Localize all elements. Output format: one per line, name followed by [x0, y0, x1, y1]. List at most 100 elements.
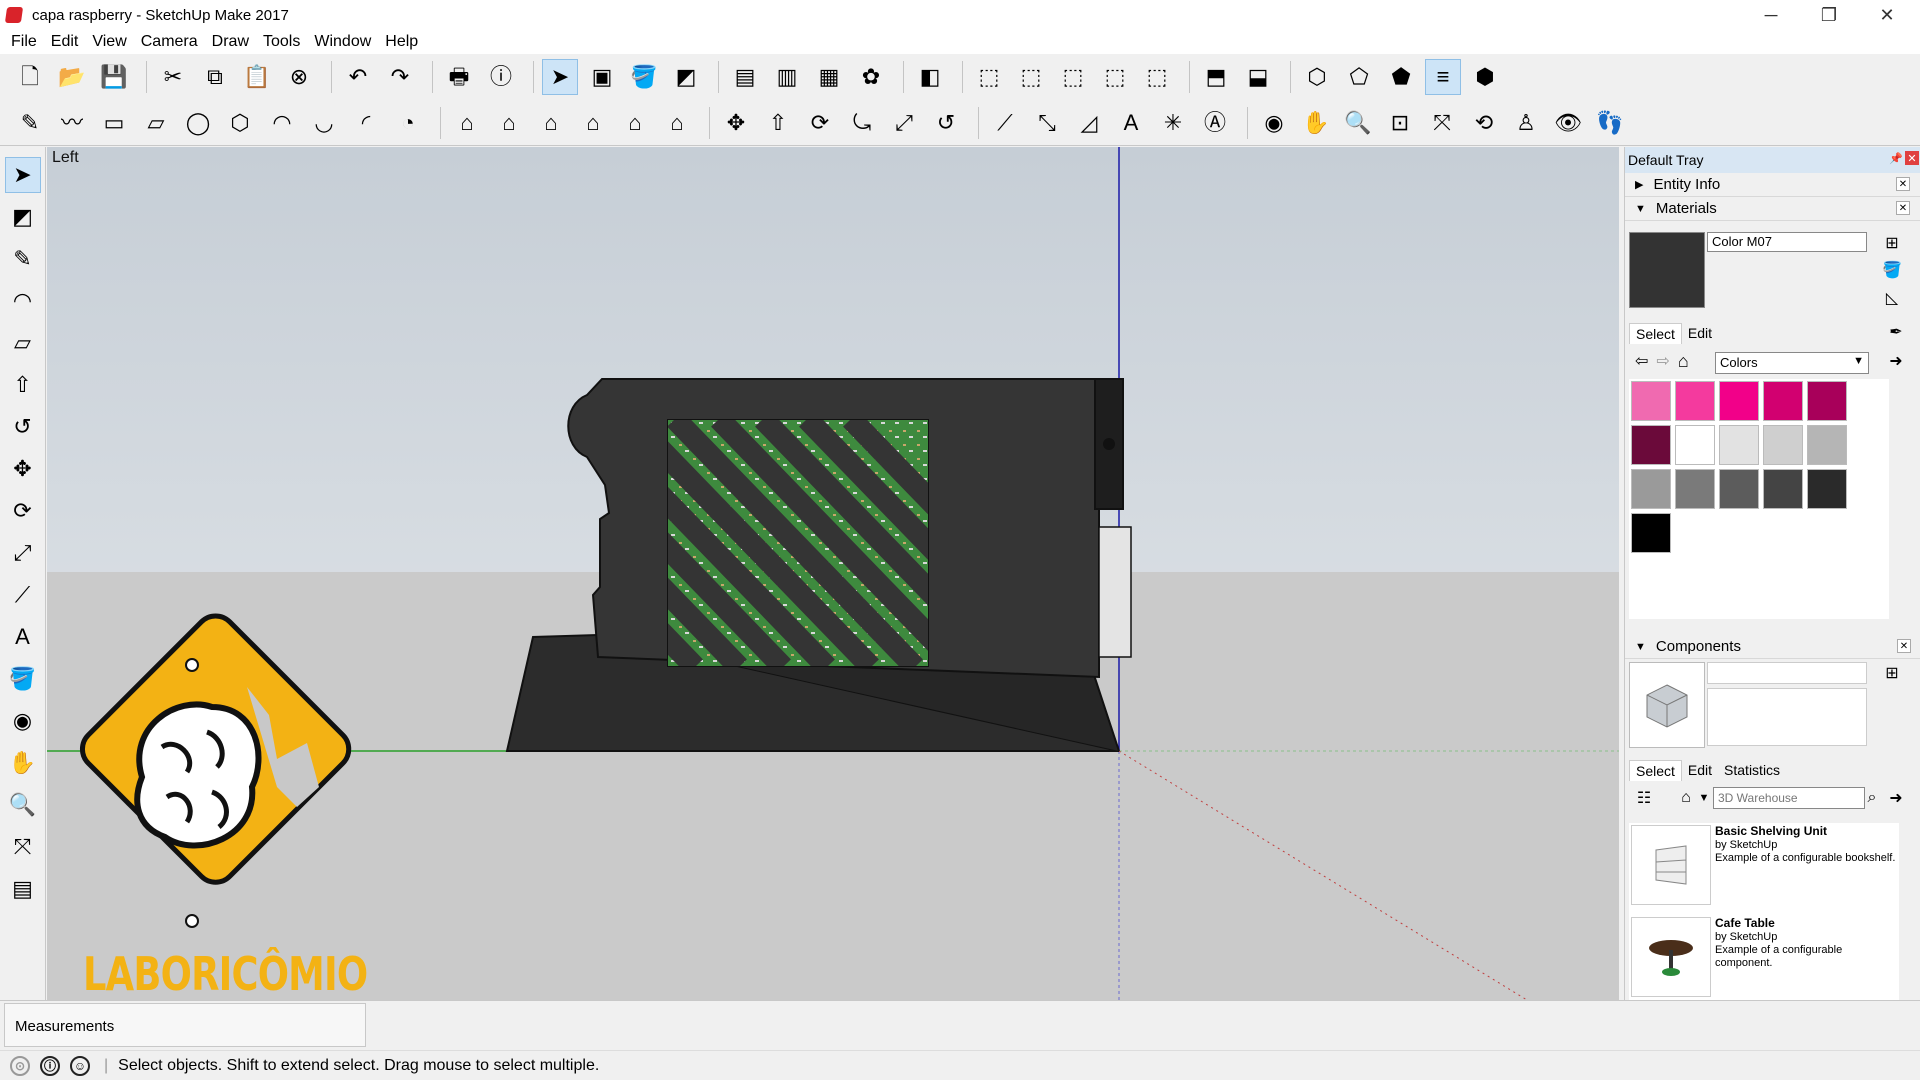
materials-close-icon[interactable]: ✕: [1896, 201, 1910, 215]
pin-icon[interactable]: 📌: [1889, 151, 1903, 165]
orbit-icon[interactable]: ◉: [5, 703, 41, 739]
menu-draw[interactable]: Draw: [205, 33, 256, 51]
house-icon-3[interactable]: ⌂: [533, 105, 569, 141]
close-button[interactable]: ✕: [1858, 0, 1916, 30]
tray-close-icon[interactable]: ✕: [1905, 151, 1919, 165]
materials-tab-select[interactable]: Select: [1629, 322, 1682, 344]
menu-file[interactable]: File: [4, 33, 44, 51]
pencil-icon[interactable]: ✎: [5, 241, 41, 277]
material-swatch[interactable]: [1631, 381, 1671, 421]
make-component-icon[interactable]: ▣: [584, 59, 620, 95]
material-library-select[interactable]: Colors ▼: [1715, 352, 1869, 374]
menu-edit[interactable]: Edit: [44, 33, 86, 51]
open-icon[interactable]: 📂: [54, 59, 90, 95]
components-tab-edit[interactable]: Edit: [1682, 760, 1718, 780]
component-description-field[interactable]: [1707, 688, 1867, 746]
eraser-icon[interactable]: ◩: [5, 199, 41, 235]
rotate-icon[interactable]: ⟳: [802, 105, 838, 141]
material-swatch[interactable]: [1807, 469, 1847, 509]
back-edges-icon[interactable]: ⬓: [1240, 59, 1276, 95]
menu-window[interactable]: Window: [307, 33, 378, 51]
model-info-icon[interactable]: ⓘ: [483, 59, 519, 95]
two-point-arc-icon[interactable]: ◡: [306, 105, 342, 141]
look-around-icon[interactable]: 👁: [1550, 105, 1586, 141]
maximize-button[interactable]: ❐: [1800, 0, 1858, 30]
select-icon[interactable]: ➤: [4, 157, 41, 193]
zoom-icon[interactable]: 🔍: [1340, 105, 1376, 141]
geo-location-icon[interactable]: ⊙: [10, 1055, 30, 1076]
material-swatch[interactable]: [1807, 381, 1847, 421]
material-swatch[interactable]: [1763, 381, 1803, 421]
material-swatch[interactable]: [1631, 513, 1671, 553]
new-icon[interactable]: 🗋: [12, 59, 48, 95]
scale-icon[interactable]: ⤢: [5, 535, 41, 571]
front-view-icon[interactable]: ⬚: [1055, 59, 1091, 95]
menu-tools[interactable]: Tools: [256, 33, 307, 51]
credits-icon[interactable]: ⓘ: [40, 1055, 60, 1076]
walk-icon[interactable]: 👣: [1592, 105, 1628, 141]
polygon-icon[interactable]: ⬡: [222, 105, 258, 141]
redo-icon[interactable]: ↷: [382, 59, 418, 95]
pan-icon[interactable]: ✋: [5, 745, 41, 781]
tape-measure-icon[interactable]: ⟋: [987, 105, 1023, 141]
pie-icon[interactable]: ◔: [390, 105, 426, 141]
xray-icon[interactable]: ⬒: [1198, 59, 1234, 95]
rotate-icon[interactable]: ⟳: [5, 493, 41, 529]
hidden-line-icon[interactable]: ⬠: [1341, 59, 1377, 95]
measurements-box[interactable]: Measurements: [4, 1003, 366, 1047]
offset-icon[interactable]: ↺: [5, 409, 41, 445]
entity-info-header[interactable]: ▶ Entity Info ✕: [1625, 173, 1920, 197]
material-swatch[interactable]: [1719, 381, 1759, 421]
erase-icon[interactable]: ⊗: [281, 59, 317, 95]
text-icon[interactable]: A: [5, 619, 41, 655]
shaded-icon[interactable]: ⬟: [1383, 59, 1419, 95]
material-swatch[interactable]: [1719, 425, 1759, 465]
follow-me-icon[interactable]: ⤿: [844, 105, 880, 141]
drawing-viewport[interactable]: Left LABORICÔMIO: [47, 147, 1619, 1000]
push-pull-icon[interactable]: ⇧: [5, 367, 41, 403]
extension-warehouse-icon[interactable]: ✿: [853, 59, 889, 95]
material-swatch[interactable]: [1631, 469, 1671, 509]
default-material-icon[interactable]: ◺: [1881, 287, 1903, 309]
pan-icon[interactable]: ✋: [1298, 105, 1334, 141]
home-icon[interactable]: ⌂: [1678, 351, 1689, 372]
warehouse-icon[interactable]: ▤: [5, 871, 41, 907]
material-swatch[interactable]: [1631, 425, 1671, 465]
create-material-icon[interactable]: ⊞: [1881, 232, 1903, 254]
zoom-icon[interactable]: 🔍: [5, 787, 41, 823]
copy-icon[interactable]: ⧉: [197, 59, 233, 95]
dimension-icon[interactable]: ⤡: [1029, 105, 1065, 141]
components-header[interactable]: ▼ Components ✕: [1625, 635, 1920, 659]
house-icon-6[interactable]: ⌂: [659, 105, 695, 141]
component-search-input[interactable]: 3D Warehouse: [1713, 787, 1865, 809]
eraser-icon[interactable]: ◩: [668, 59, 704, 95]
orbit-icon[interactable]: ◉: [1256, 105, 1292, 141]
forward-arrow-icon[interactable]: ⇨: [1656, 351, 1669, 371]
menu-camera[interactable]: Camera: [134, 33, 205, 51]
protractor-icon[interactable]: ◿: [1071, 105, 1107, 141]
paint-bucket-icon[interactable]: 🪣: [1881, 259, 1903, 281]
share-component-icon[interactable]: ▦: [811, 59, 847, 95]
rectangle-icon[interactable]: ▱: [5, 325, 41, 361]
position-camera-icon[interactable]: ♙: [1508, 105, 1544, 141]
zoom-extents-icon[interactable]: ⤧: [1424, 105, 1460, 141]
3d-text-icon[interactable]: Ⓐ: [1197, 105, 1233, 141]
circle-icon[interactable]: ◯: [180, 105, 216, 141]
pencil-icon[interactable]: ✎: [12, 105, 48, 141]
back-view-icon[interactable]: ⬚: [1139, 59, 1175, 95]
materials-header[interactable]: ▼ Materials ✕: [1625, 197, 1920, 221]
push-pull-icon[interactable]: ⇧: [760, 105, 796, 141]
material-swatch[interactable]: [1675, 469, 1715, 509]
right-view-icon[interactable]: ⬚: [1097, 59, 1133, 95]
components-tab-statistics[interactable]: Statistics: [1718, 760, 1786, 780]
paint-bucket-icon[interactable]: 🪣: [5, 661, 41, 697]
zoom-extents-icon[interactable]: ⤧: [5, 829, 41, 865]
material-swatch[interactable]: [1763, 425, 1803, 465]
house-icon-2[interactable]: ⌂: [491, 105, 527, 141]
undo-icon[interactable]: ↶: [340, 59, 376, 95]
house-icon-4[interactable]: ⌂: [575, 105, 611, 141]
component-options-icon[interactable]: ⊞: [1881, 662, 1903, 684]
text-icon[interactable]: A: [1113, 105, 1149, 141]
component-item[interactable]: Basic Shelving Unit by SketchUp Example …: [1629, 823, 1899, 915]
material-swatch[interactable]: [1763, 469, 1803, 509]
